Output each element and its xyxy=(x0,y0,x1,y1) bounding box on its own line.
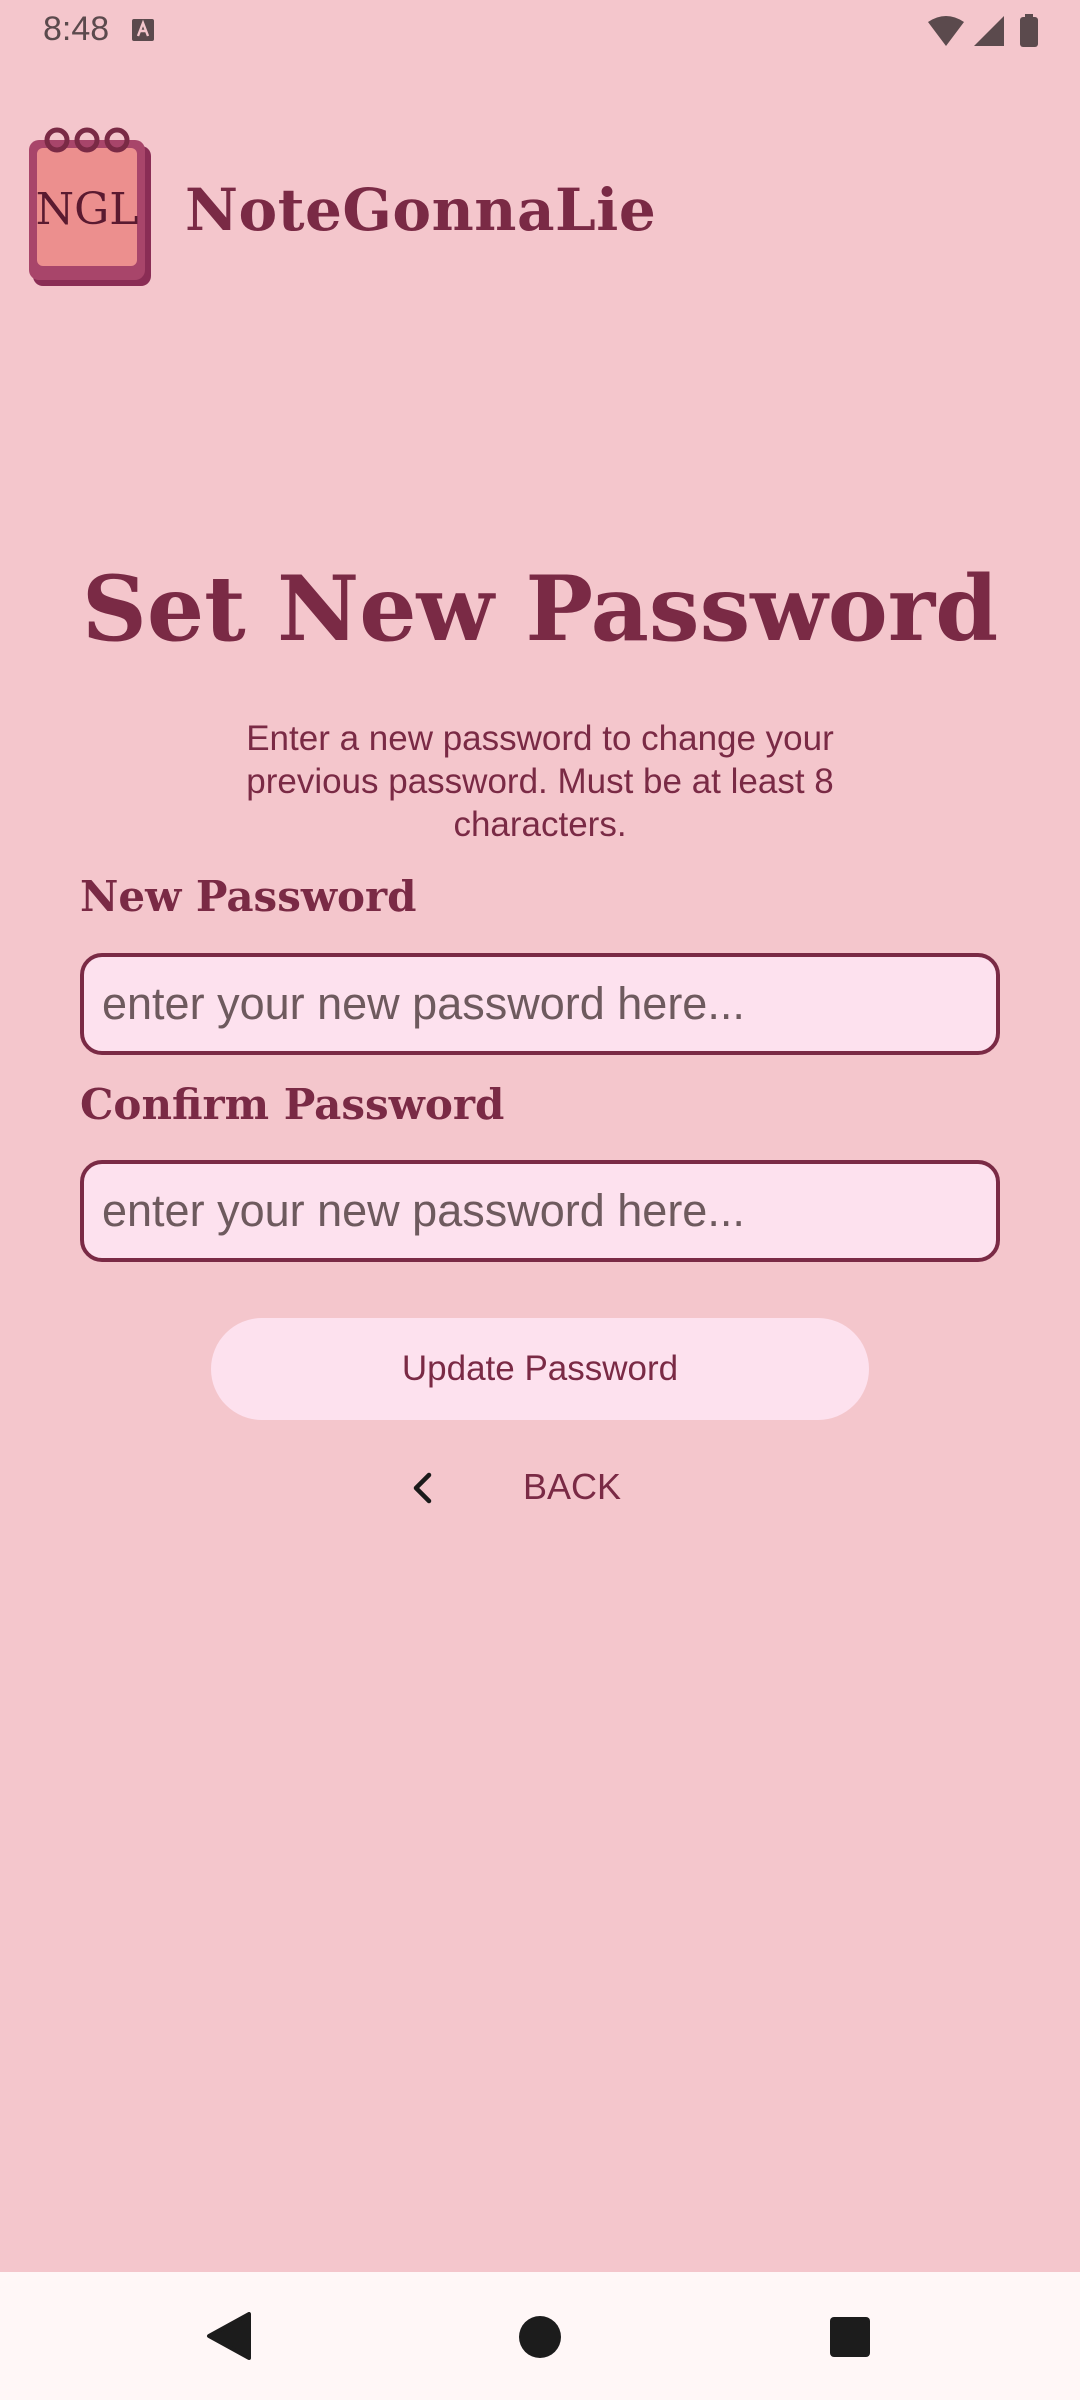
new-password-field[interactable] xyxy=(80,953,1000,1055)
nav-home-icon[interactable] xyxy=(518,2315,562,2359)
new-password-label: New Password xyxy=(80,872,417,921)
status-icons xyxy=(926,14,1046,48)
logo-text: NGL xyxy=(36,184,139,235)
nav-recents-icon[interactable] xyxy=(830,2317,870,2357)
chevron-left-icon xyxy=(413,1472,432,1504)
update-password-button[interactable]: Update Password xyxy=(211,1318,869,1420)
keyboard-a-icon xyxy=(132,19,154,41)
status-bar: 8:48 xyxy=(0,0,1080,62)
status-time: 8:48 xyxy=(43,10,110,48)
navigation-bar xyxy=(0,2272,1080,2400)
confirm-password-input[interactable] xyxy=(84,1164,996,1258)
battery-icon xyxy=(1020,14,1038,47)
back-button[interactable]: BACK xyxy=(405,1460,645,1516)
app-name: NoteGonnaLie xyxy=(185,176,657,244)
app-logo: NGL xyxy=(29,127,151,286)
new-password-input[interactable] xyxy=(84,957,996,1051)
nav-back-icon[interactable] xyxy=(205,2312,251,2360)
app-header: NGL NoteGonnaLie xyxy=(27,124,1027,292)
signal-icon xyxy=(974,16,1004,46)
confirm-password-label: Confirm Password xyxy=(80,1080,505,1129)
wifi-icon xyxy=(928,16,964,46)
page-title: Set New Password xyxy=(81,556,999,662)
back-label: BACK xyxy=(523,1466,622,1507)
page-subtitle: Enter a new password to change your prev… xyxy=(246,719,834,844)
confirm-password-field[interactable] xyxy=(80,1160,1000,1262)
